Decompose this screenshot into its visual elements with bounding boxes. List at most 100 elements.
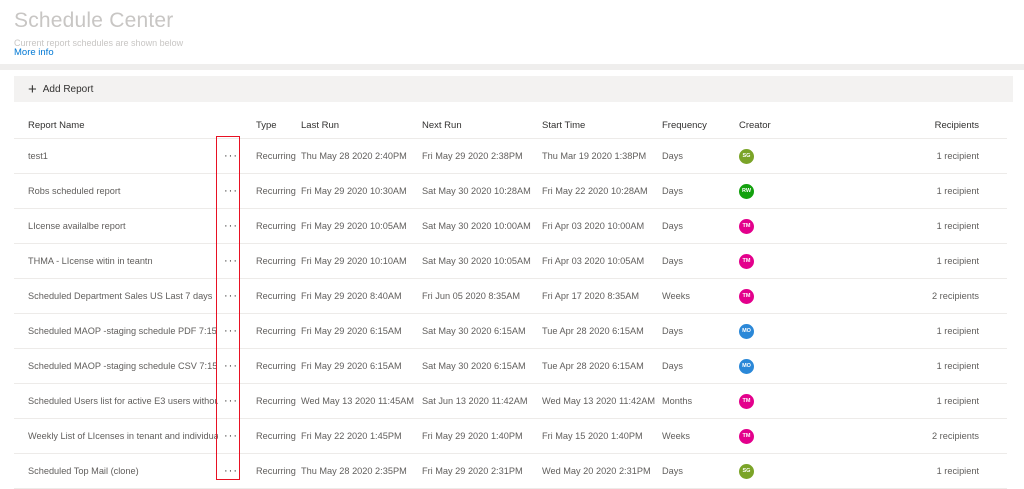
start-time: Wed May 13 2020 11:42AM	[542, 396, 656, 406]
frequency: Months	[662, 396, 693, 406]
row-actions-button[interactable]: ···	[220, 419, 242, 453]
next-run: Sat May 30 2020 10:28AM	[422, 186, 531, 196]
table-row[interactable]: LIcense availalbe report ··· Recurring Fri …	[14, 209, 1007, 244]
last-run: Thu May 28 2020 2:35PM	[301, 466, 407, 476]
next-run: Sat Jun 13 2020 11:42AM	[422, 396, 528, 406]
schedule-type: Recurring	[256, 361, 296, 371]
more-options-icon: ···	[224, 395, 238, 407]
schedule-type: Recurring	[256, 326, 296, 336]
row-actions-button[interactable]: ···	[220, 314, 242, 348]
report-name[interactable]: Scheduled MAOP -staging schedule PDF 7:1…	[28, 314, 218, 348]
frequency: Days	[662, 151, 683, 161]
recipients: 1 recipient	[936, 186, 979, 196]
creator: TM	[739, 244, 829, 278]
next-run: Sat May 30 2020 6:15AM	[422, 361, 526, 371]
schedule-type: Recurring	[256, 396, 296, 406]
start-time: Wed May 20 2020 2:31PM	[542, 466, 651, 476]
avatar: MO	[739, 323, 754, 339]
column-header-next-run[interactable]: Next Run	[422, 112, 542, 138]
report-name[interactable]: Scheduled MAOP -staging schedule CSV 7:1…	[28, 349, 218, 383]
next-run: Sat May 30 2020 6:15AM	[422, 326, 526, 336]
more-options-icon: ···	[224, 325, 238, 337]
last-run: Wed May 13 2020 11:45AM	[301, 396, 415, 406]
report-name[interactable]: Scheduled Department Sales US Last 7 day…	[28, 279, 218, 313]
more-info-link[interactable]: More info	[14, 47, 54, 58]
report-name[interactable]: THMA - LIcense witin in teantn	[28, 244, 218, 278]
header-divider	[0, 64, 1024, 70]
table-row[interactable]: test1 ··· Recurring Thu May 28 2020 2:40PM F…	[14, 139, 1007, 174]
start-time: Tue Apr 28 2020 6:15AM	[542, 326, 644, 336]
more-options-icon: ···	[224, 255, 238, 267]
row-actions-button[interactable]: ···	[220, 384, 242, 418]
add-report-button[interactable]: + Add Report	[28, 80, 93, 98]
creator: TM	[739, 279, 829, 313]
avatar: TM	[739, 393, 754, 409]
table-header: Report Name Type Last Run Next Run Start…	[14, 112, 1007, 139]
avatar: SG	[739, 463, 754, 479]
plus-icon: +	[28, 80, 37, 98]
table-row[interactable]: Scheduled MAOP -staging schedule CSV 7:1…	[14, 349, 1007, 384]
start-time: Fri May 22 2020 10:28AM	[542, 186, 648, 196]
report-name[interactable]: Scheduled Users list for active E3 users…	[28, 384, 218, 418]
frequency: Weeks	[662, 431, 690, 441]
table-row[interactable]: Scheduled Top Mail (clone) ··· Recurring Th…	[14, 454, 1007, 489]
more-options-icon: ···	[224, 290, 238, 302]
frequency: Weeks	[662, 291, 690, 301]
recipients: 2 recipients	[932, 431, 979, 441]
creator: TM	[739, 209, 829, 243]
avatar: SG	[739, 148, 754, 164]
last-run: Fri May 29 2020 10:10AM	[301, 256, 407, 266]
table-row[interactable]: Weekly List of LIcenses in tenant and in…	[14, 419, 1007, 454]
avatar: RW	[739, 183, 754, 199]
recipients: 1 recipient	[936, 466, 979, 476]
column-header-creator[interactable]: Creator	[739, 112, 829, 138]
row-actions-button[interactable]: ···	[220, 244, 242, 278]
more-options-icon: ···	[224, 465, 238, 477]
avatar: MO	[739, 358, 754, 374]
page-header: Schedule Center Current report schedules…	[0, 0, 1024, 64]
column-header-last-run[interactable]: Last Run	[301, 112, 421, 138]
more-options-icon: ···	[224, 150, 238, 162]
last-run: Fri May 29 2020 6:15AM	[301, 361, 402, 371]
creator: MO	[739, 314, 829, 348]
column-header-start-time[interactable]: Start Time	[542, 112, 662, 138]
table-row[interactable]: Scheduled Department Sales US Last 7 day…	[14, 279, 1007, 314]
report-name[interactable]: test1	[28, 139, 218, 173]
row-actions-button[interactable]: ···	[220, 279, 242, 313]
creator: SG	[739, 139, 829, 173]
more-options-icon: ···	[224, 360, 238, 372]
column-header-recipients[interactable]: Recipients	[894, 112, 979, 138]
column-header-report-name[interactable]: Report Name	[28, 112, 218, 138]
recipients: 1 recipient	[936, 326, 979, 336]
row-actions-button[interactable]: ···	[220, 454, 242, 488]
report-name[interactable]: Robs scheduled report	[28, 174, 218, 208]
row-actions-button[interactable]: ···	[220, 209, 242, 243]
creator: SG	[739, 454, 829, 488]
start-time: Fri Apr 03 2020 10:00AM	[542, 221, 645, 231]
recipients: 1 recipient	[936, 361, 979, 371]
table-row[interactable]: Scheduled Users list for active E3 users…	[14, 384, 1007, 419]
row-actions-button[interactable]: ···	[220, 174, 242, 208]
more-options-icon: ···	[224, 220, 238, 232]
table-row[interactable]: Robs scheduled report ··· Recurring Fri May…	[14, 174, 1007, 209]
next-run: Fri Jun 05 2020 8:35AM	[422, 291, 521, 301]
start-time: Fri Apr 03 2020 10:05AM	[542, 256, 645, 266]
next-run: Sat May 30 2020 10:05AM	[422, 256, 531, 266]
column-header-frequency[interactable]: Frequency	[662, 112, 732, 138]
table-row[interactable]: THMA - LIcense witin in teantn ··· Recurri…	[14, 244, 1007, 279]
report-name[interactable]: LIcense availalbe report	[28, 209, 218, 243]
row-actions-button[interactable]: ···	[220, 139, 242, 173]
row-actions-button[interactable]: ···	[220, 349, 242, 383]
report-name[interactable]: Scheduled Top Mail (clone)	[28, 454, 218, 488]
page-title: Schedule Center	[14, 9, 174, 32]
add-report-label: Add Report	[42, 83, 94, 95]
frequency: Days	[662, 326, 683, 336]
recipients: 1 recipient	[936, 396, 979, 406]
more-options-icon: ···	[224, 430, 238, 442]
report-name[interactable]: Weekly List of LIcenses in tenant and in…	[28, 419, 218, 453]
column-header-type[interactable]: Type	[256, 112, 304, 138]
last-run: Fri May 29 2020 8:40AM	[301, 291, 402, 301]
table-row[interactable]: Scheduled MAOP -staging schedule PDF 7:1…	[14, 314, 1007, 349]
schedule-type: Recurring	[256, 431, 296, 441]
avatar: TM	[739, 288, 754, 304]
